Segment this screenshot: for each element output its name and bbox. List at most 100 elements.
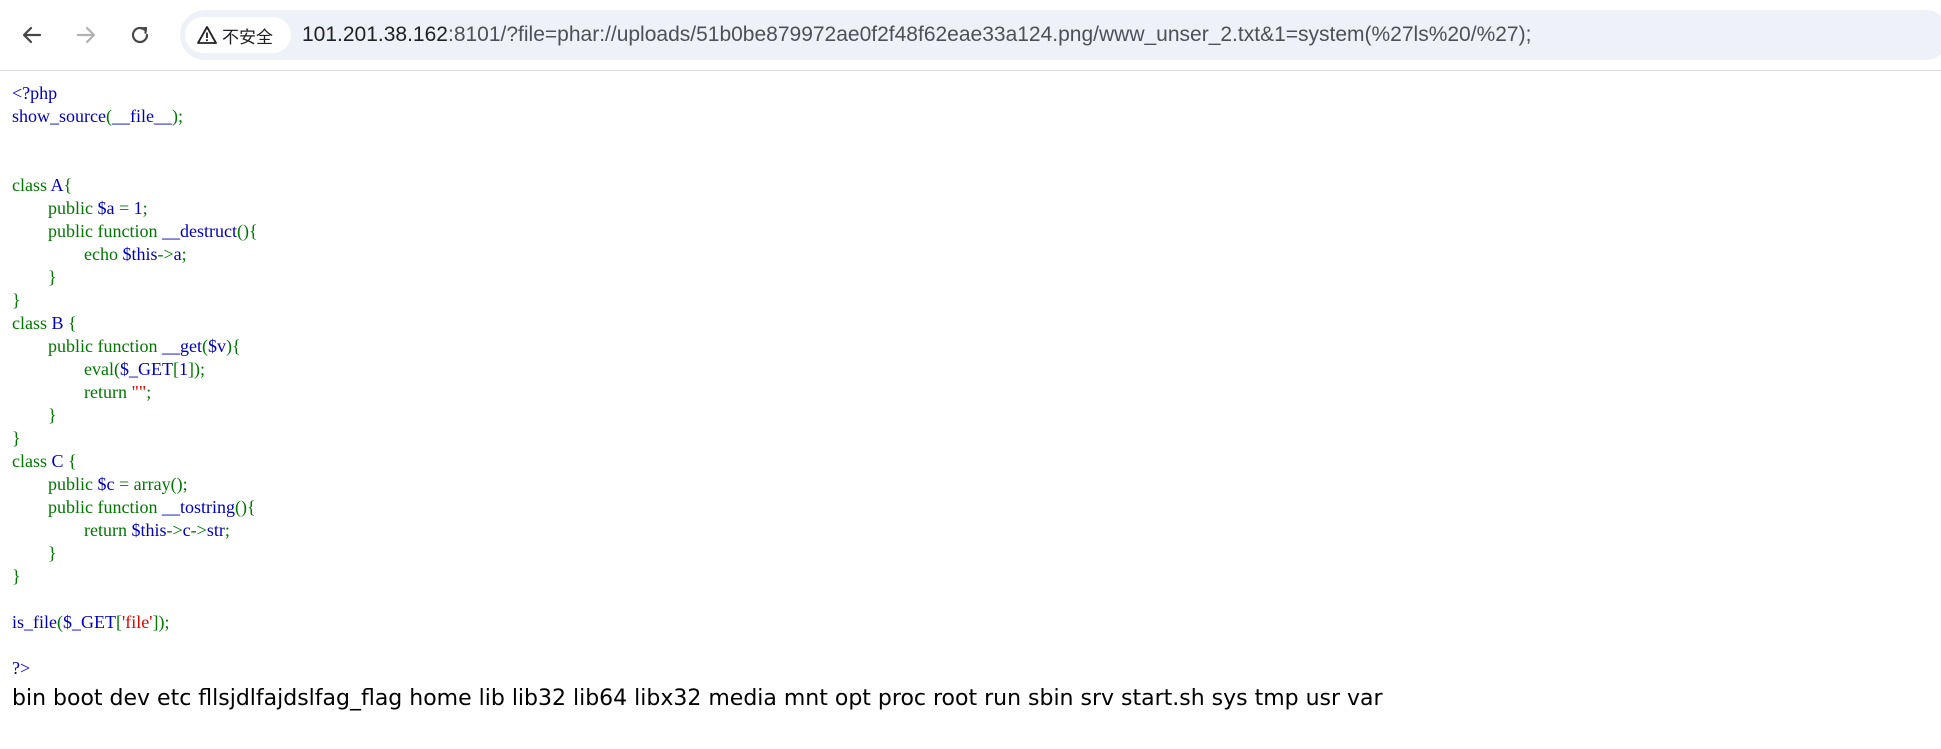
source-token: $_GET xyxy=(119,359,173,379)
source-token: 1 xyxy=(178,359,188,379)
source-token: ){ xyxy=(225,336,241,356)
source-token: C xyxy=(51,451,69,471)
source-line: eval($_GET[1]); xyxy=(12,358,258,381)
security-chip[interactable]: 不安全 xyxy=(185,17,291,53)
source-token: } xyxy=(12,566,21,586)
source-token: __get xyxy=(161,336,202,356)
source-token: public xyxy=(12,474,98,494)
source-line: public function __tostring(){ xyxy=(12,496,258,519)
source-token: (){ xyxy=(235,497,256,517)
source-line: } xyxy=(12,565,258,588)
source-token: = xyxy=(119,474,134,494)
source-line: } xyxy=(12,266,258,289)
source-line xyxy=(12,588,258,611)
page-content: <?php show_source(__file__); class A{ publ… xyxy=(12,82,258,680)
source-token: $this xyxy=(131,520,167,540)
url-text[interactable]: 101.201.38.162:8101/?file=phar://uploads… xyxy=(302,22,1531,48)
source-token: } xyxy=(12,267,57,287)
source-token: eval xyxy=(84,359,114,379)
url-path: :8101/?file=phar://uploads/51b0be879972a… xyxy=(447,23,1532,46)
forward-button[interactable] xyxy=(68,17,104,53)
source-token: ; xyxy=(181,244,187,264)
source-token: class xyxy=(12,451,52,471)
source-token: __tostring xyxy=(161,497,235,517)
reload-button[interactable] xyxy=(122,17,158,53)
source-token: $a xyxy=(97,198,119,218)
source-line: class A{ xyxy=(12,174,258,197)
source-token: ; xyxy=(224,520,230,540)
security-label: 不安全 xyxy=(222,27,273,48)
source-token: ; xyxy=(142,198,148,218)
source-token: show_source xyxy=(12,106,106,126)
source-token: } xyxy=(12,290,21,310)
source-line: public function __get($v){ xyxy=(12,335,258,358)
source-token: return xyxy=(12,382,132,402)
source-token: } xyxy=(12,405,57,425)
warning-triangle-icon xyxy=(197,26,217,44)
source-line: } xyxy=(12,427,258,450)
source-token: array xyxy=(133,474,171,494)
source-token: $this xyxy=(122,244,158,264)
reload-icon xyxy=(131,26,149,44)
source-token: <?php xyxy=(12,83,58,103)
source-token: -> xyxy=(190,520,207,540)
source-token: ?> xyxy=(12,658,31,678)
source-line xyxy=(12,151,258,174)
source-line: ?> xyxy=(12,657,258,680)
source-line: public $c = array(); xyxy=(12,473,258,496)
source-token: ; xyxy=(146,382,152,402)
source-line xyxy=(12,128,258,151)
source-token: ]); xyxy=(152,612,170,632)
source-token xyxy=(12,359,84,379)
source-token: (){ xyxy=(236,221,258,241)
source-token: __destruct xyxy=(161,221,237,241)
source-token: -> xyxy=(157,244,174,264)
source-line: class C { xyxy=(12,450,258,473)
command-output: bin boot dev etc fllsjdlfajdslfag_flag h… xyxy=(12,686,1383,711)
source-token: public function xyxy=(12,221,162,241)
source-token: B xyxy=(51,313,69,333)
address-bar[interactable]: 不安全 101.201.38.162:8101/?file=phar://upl… xyxy=(180,10,1941,60)
source-line: return ""; xyxy=(12,381,258,404)
back-button[interactable] xyxy=(14,17,50,53)
source-token: class xyxy=(12,175,51,195)
source-token: str xyxy=(206,520,225,540)
source-token: ]); xyxy=(187,359,205,379)
source-token: 1 xyxy=(133,198,143,218)
source-line: is_file($_GET['file']); xyxy=(12,611,258,634)
source-token: echo xyxy=(12,244,123,264)
source-token: ); xyxy=(171,106,183,126)
source-token: = xyxy=(119,198,134,218)
source-token: public function xyxy=(12,497,162,517)
source-token: -> xyxy=(166,520,183,540)
url-host: 101.201.38.162 xyxy=(302,23,448,46)
php-source-code: <?php show_source(__file__); class A{ publ… xyxy=(12,82,258,680)
source-token: a xyxy=(173,244,182,264)
source-line: } xyxy=(12,404,258,427)
source-token: $c xyxy=(97,474,119,494)
source-token: (); xyxy=(170,474,188,494)
source-token: public function xyxy=(12,336,162,356)
source-token: A xyxy=(50,175,64,195)
source-token: } xyxy=(12,543,57,563)
source-token: 'file' xyxy=(122,612,153,632)
source-token: c xyxy=(182,520,191,540)
arrow-right-icon xyxy=(76,26,96,44)
source-token: } xyxy=(12,428,21,448)
source-token: public xyxy=(12,198,98,218)
source-line: <?php xyxy=(12,82,258,105)
source-line: } xyxy=(12,542,258,565)
source-token: is_file xyxy=(12,612,57,632)
source-line: class B { xyxy=(12,312,258,335)
source-line: show_source(__file__); xyxy=(12,105,258,128)
source-token: $v xyxy=(207,336,226,356)
source-token: "" xyxy=(131,382,147,402)
source-line: public function __destruct(){ xyxy=(12,220,258,243)
arrow-left-icon xyxy=(22,26,42,44)
source-token: class xyxy=(12,313,52,333)
source-line: public $a = 1; xyxy=(12,197,258,220)
source-token: { xyxy=(68,313,77,333)
source-token: { xyxy=(68,451,77,471)
source-token: return xyxy=(12,520,132,540)
source-line: } xyxy=(12,289,258,312)
